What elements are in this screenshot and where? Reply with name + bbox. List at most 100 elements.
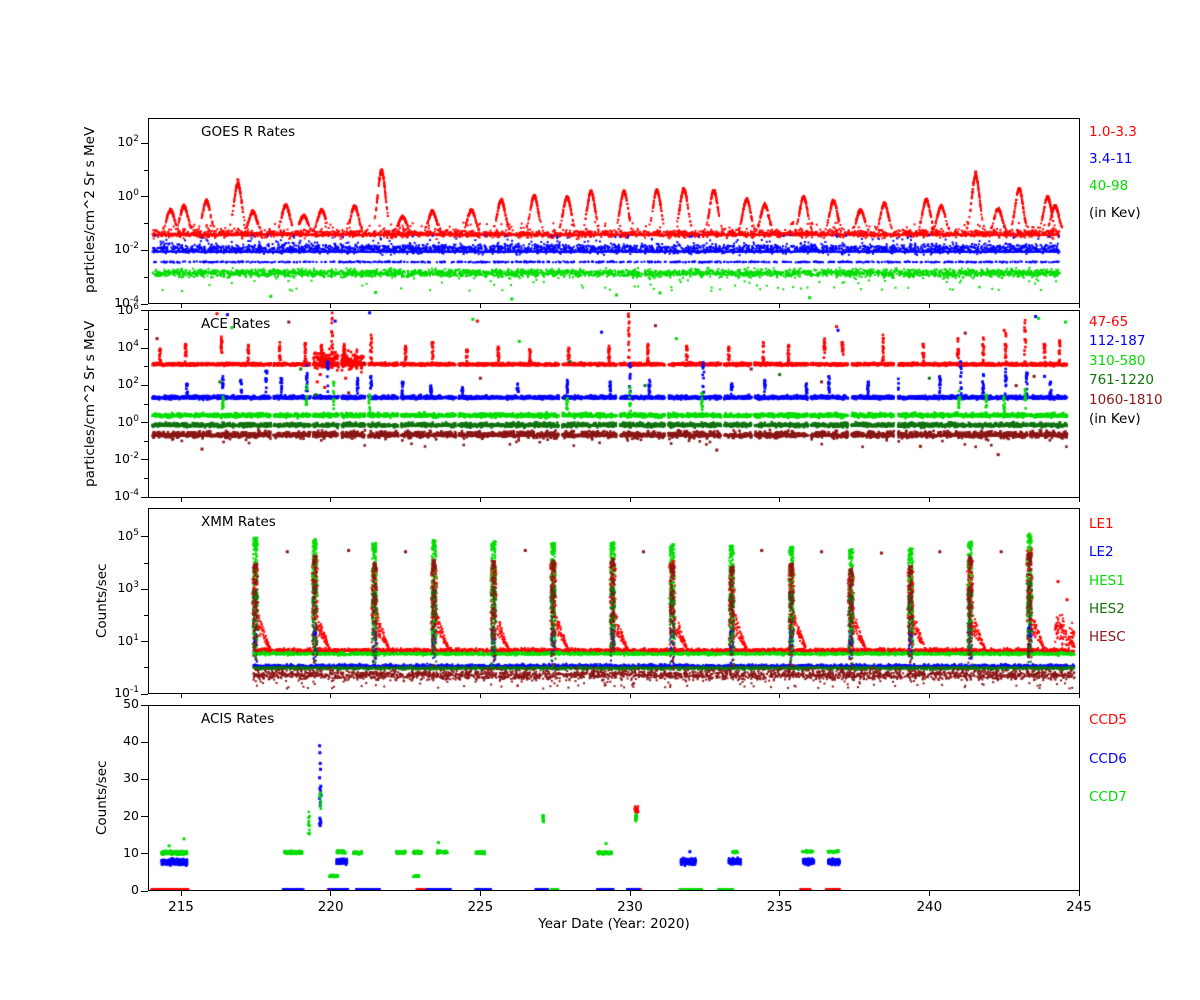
panel-title-goes-r: GOES R Rates xyxy=(201,124,295,140)
y-major-tick xyxy=(141,536,148,537)
y-tick-label: 106 xyxy=(93,302,139,317)
x-tick xyxy=(630,498,631,502)
y-major-tick xyxy=(141,304,148,305)
acis-scatter-canvas xyxy=(149,706,1079,890)
y-minor-tick xyxy=(144,277,148,278)
y-minor-tick xyxy=(144,563,148,564)
legend-acis: CCD5CCD6CCD7 xyxy=(1089,701,1199,817)
figure: GOES R Rates ACE Rates XMM Rates ACIS Ra… xyxy=(0,0,1200,1000)
x-tick xyxy=(630,304,631,308)
legend-item-1060-1810: 1060-1810 xyxy=(1089,391,1199,410)
x-axis-label: Year Date (Year: 2020) xyxy=(148,916,1080,932)
x-tick xyxy=(779,304,780,308)
legend-item-ccd7: CCD7 xyxy=(1089,778,1199,817)
legend-item-3-4-11: 3.4-11 xyxy=(1089,146,1199,173)
legend-item-1-0-3-3: 1.0-3.3 xyxy=(1089,119,1199,146)
x-tick-label: 220 xyxy=(318,899,344,915)
x-tick xyxy=(330,694,331,698)
y-minor-tick xyxy=(144,404,148,405)
x-tick xyxy=(1079,498,1080,502)
x-tick xyxy=(480,498,481,502)
x-tick xyxy=(929,891,930,896)
y-minor-tick xyxy=(144,170,148,171)
legend-item-112-187: 112-187 xyxy=(1089,332,1199,351)
y-tick-label: 0 xyxy=(93,882,139,897)
y-minor-tick xyxy=(144,441,148,442)
x-tick-label: 235 xyxy=(767,899,793,915)
y-major-tick xyxy=(141,853,148,854)
x-tick xyxy=(181,498,182,502)
y-tick-label: 103 xyxy=(93,580,139,595)
x-tick xyxy=(480,694,481,698)
legend-item--in-kev-: (in Kev) xyxy=(1089,200,1199,227)
legend-item-hes2: HES2 xyxy=(1089,595,1199,623)
legend-item-ccd6: CCD6 xyxy=(1089,740,1199,779)
y-major-tick xyxy=(141,742,148,743)
y-minor-tick xyxy=(144,478,148,479)
y-tick-label: 10 xyxy=(93,845,139,860)
x-tick xyxy=(779,694,780,698)
legend-item-hes1: HES1 xyxy=(1089,567,1199,595)
y-major-tick xyxy=(141,589,148,590)
y-tick-label: 104 xyxy=(93,339,139,354)
y-minor-tick xyxy=(144,223,148,224)
x-tick-label: 240 xyxy=(916,899,942,915)
x-tick-label: 225 xyxy=(467,899,493,915)
y-tick-label: 100 xyxy=(93,414,139,429)
panel-acis: ACIS Rates xyxy=(148,705,1080,891)
y-major-tick xyxy=(141,497,148,498)
y-tick-label: 20 xyxy=(93,808,139,823)
y-major-tick xyxy=(141,705,148,706)
y-major-tick xyxy=(141,348,148,349)
y-minor-tick xyxy=(144,615,148,616)
y-minor-tick xyxy=(144,329,148,330)
x-tick xyxy=(1079,694,1080,698)
y-tick-label: 10-2 xyxy=(93,241,139,256)
y-minor-tick xyxy=(144,366,148,367)
x-tick xyxy=(480,304,481,308)
xmm-scatter-canvas xyxy=(149,509,1079,693)
y-tick-label: 102 xyxy=(93,134,139,149)
legend-item-le2: LE2 xyxy=(1089,538,1199,566)
y-major-tick xyxy=(141,422,148,423)
legend-item-hesc: HESC xyxy=(1089,623,1199,651)
x-tick xyxy=(779,891,780,896)
x-tick-label: 245 xyxy=(1066,899,1092,915)
y-tick-label: 101 xyxy=(93,633,139,648)
y-tick-label: 50 xyxy=(93,696,139,711)
y-tick-label: 30 xyxy=(93,770,139,785)
x-tick-label: 215 xyxy=(168,899,194,915)
x-tick xyxy=(630,891,631,896)
legend-item-ccd5: CCD5 xyxy=(1089,701,1199,740)
panel-title-xmm: XMM Rates xyxy=(201,514,276,530)
y-tick-label: 10-2 xyxy=(93,451,139,466)
legend-goes-r: 1.0-3.33.4-1140-98(in Kev) xyxy=(1089,119,1199,227)
x-tick xyxy=(630,694,631,698)
legend-item--in-kev-: (in Kev) xyxy=(1089,410,1199,429)
ace-scatter-canvas xyxy=(149,311,1079,497)
y-tick-label: 100 xyxy=(93,188,139,203)
legend-item-47-65: 47-65 xyxy=(1089,313,1199,332)
panel-title-ace: ACE Rates xyxy=(201,316,270,332)
y-major-tick xyxy=(141,385,148,386)
panel-goes-r: GOES R Rates xyxy=(148,118,1080,304)
x-tick xyxy=(181,891,182,896)
y-major-tick xyxy=(141,459,148,460)
x-tick xyxy=(1079,304,1080,308)
x-tick-label: 230 xyxy=(617,899,643,915)
legend-item-761-1220: 761-1220 xyxy=(1089,371,1199,390)
y-major-tick xyxy=(141,694,148,695)
legend-item-310-580: 310-580 xyxy=(1089,352,1199,371)
x-tick xyxy=(330,498,331,502)
legend-ace: 47-65112-187310-580761-12201060-1810(in … xyxy=(1089,313,1199,429)
y-axis-label-ace: particles/cm^2 Sr s MeV xyxy=(80,306,100,502)
y-major-tick xyxy=(141,779,148,780)
y-major-tick xyxy=(141,143,148,144)
x-tick xyxy=(929,498,930,502)
y-tick-label: 40 xyxy=(93,733,139,748)
y-major-tick xyxy=(141,310,148,311)
legend-xmm: LE1LE2HES1HES2HESC xyxy=(1089,510,1199,651)
y-major-tick xyxy=(141,196,148,197)
x-tick xyxy=(330,304,331,308)
y-major-tick xyxy=(141,816,148,817)
